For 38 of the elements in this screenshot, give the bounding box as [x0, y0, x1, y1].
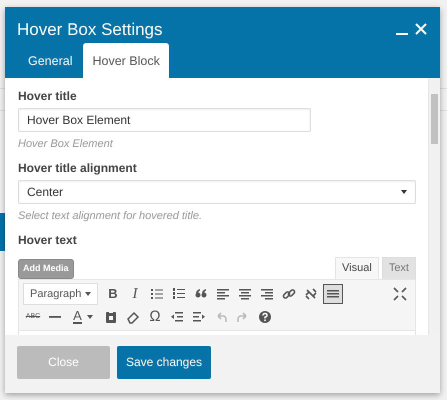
- fullscreen-icon: [393, 286, 407, 301]
- align-right-icon: [260, 286, 274, 301]
- link-icon: [282, 286, 296, 301]
- editor-tab[interactable]: Visual: [335, 257, 379, 278]
- help-text: Select text alignment for hovered title.: [18, 209, 204, 224]
- help-icon: [258, 310, 272, 324]
- special-character-button[interactable]: Ω: [145, 307, 165, 327]
- field-label: Hover title alignment: [18, 161, 138, 176]
- editor-tab[interactable]: Text: [382, 257, 416, 278]
- window-title: Hover Box Settings: [16, 19, 163, 41]
- caret-icon: [85, 292, 91, 296]
- format-dropdown[interactable]: Paragraph: [23, 282, 98, 305]
- input-field[interactable]: Hover Box Element: [18, 108, 311, 132]
- toolbar-toggle-button[interactable]: [323, 284, 343, 304]
- unlink-icon: [304, 286, 318, 301]
- italic-button[interactable]: I: [125, 284, 145, 304]
- caret-icon: [401, 190, 407, 194]
- paste-text-icon: [104, 310, 118, 324]
- tab[interactable]: General: [19, 42, 82, 78]
- bold-button[interactable]: B: [103, 284, 123, 304]
- indent-icon: [192, 310, 206, 324]
- close-icon: [414, 22, 428, 36]
- align-center-icon: [238, 286, 252, 301]
- outdent-icon: [170, 310, 184, 324]
- select-field[interactable]: Center: [18, 180, 416, 204]
- scrollbar[interactable]: [428, 78, 440, 335]
- text-color-button[interactable]: A: [67, 307, 99, 327]
- help-text: Hover Box Element: [18, 137, 114, 152]
- bullet-list-icon: [150, 286, 164, 301]
- save-button[interactable]: Save changes: [117, 346, 211, 378]
- minimize-icon: [396, 33, 408, 35]
- caret-icon: [86, 315, 93, 319]
- field-label: Hover title: [18, 89, 78, 104]
- clear-formatting-icon: [126, 310, 140, 324]
- field-label: Hover text: [18, 233, 78, 248]
- numbered-list-icon: [172, 286, 186, 301]
- align-left-icon: [216, 286, 230, 301]
- tab[interactable]: Hover Block: [83, 42, 169, 78]
